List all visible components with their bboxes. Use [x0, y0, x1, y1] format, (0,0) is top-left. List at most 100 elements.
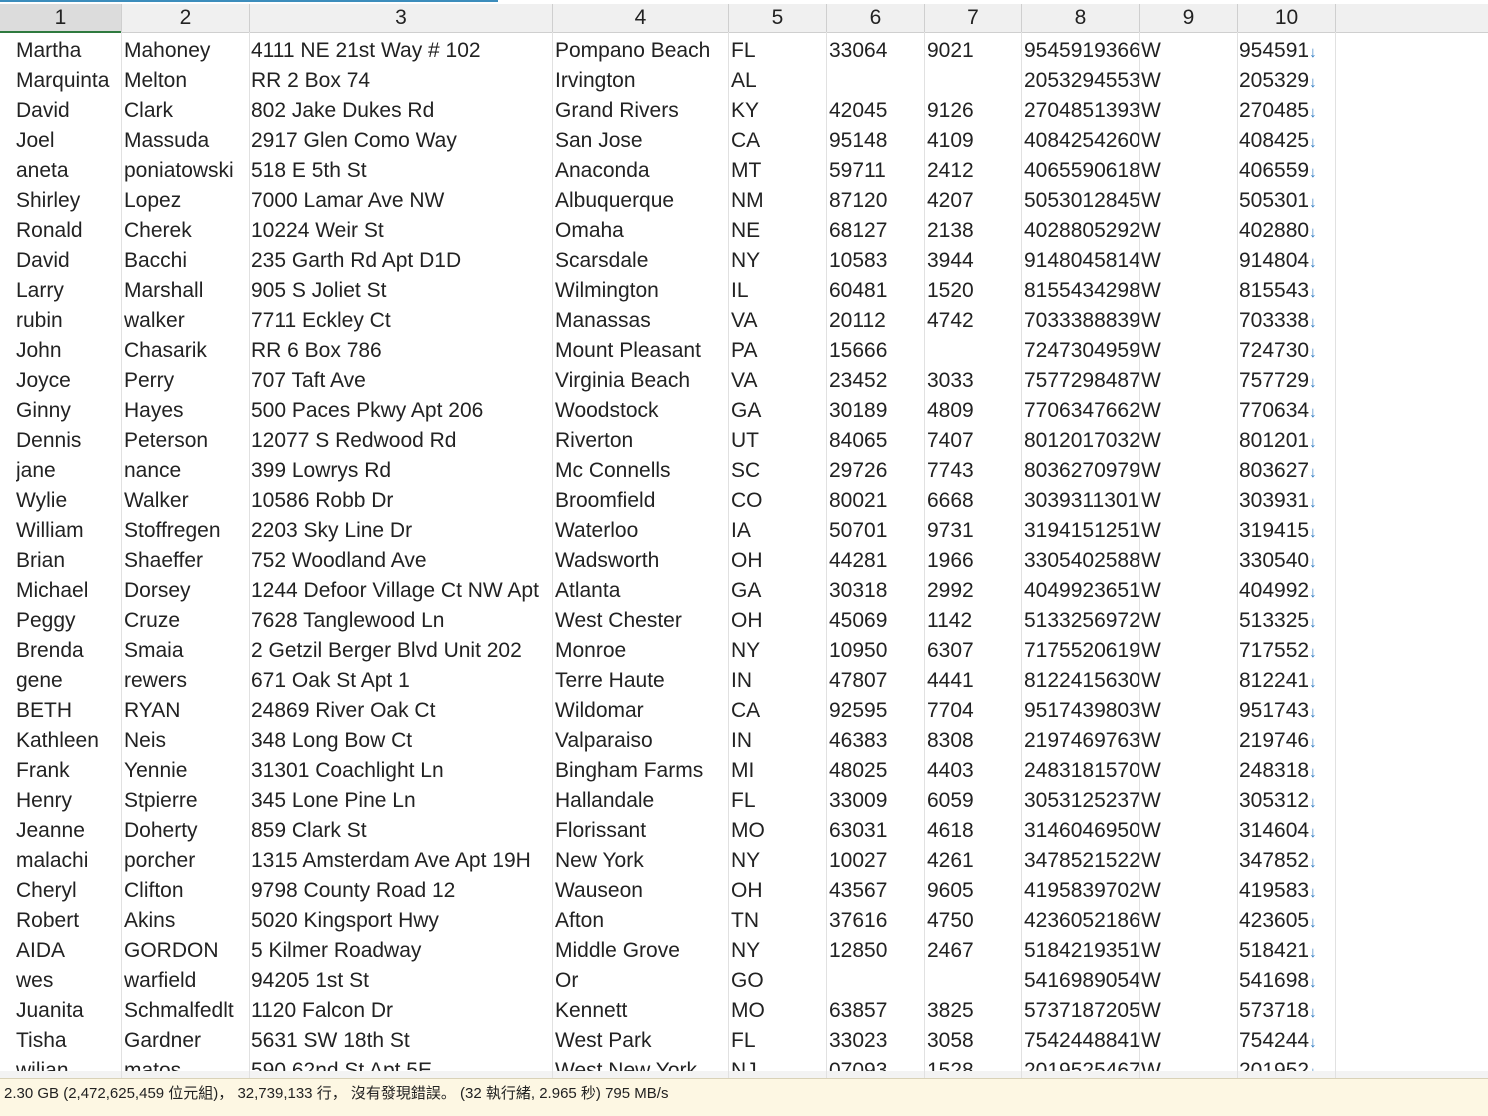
- table-cell-col-1[interactable]: Michael: [16, 576, 122, 606]
- table-cell-col-8[interactable]: 9148045814: [1024, 246, 1140, 276]
- table-cell-col-7[interactable]: 4109: [927, 126, 1022, 156]
- table-cell-col-2[interactable]: rewers: [124, 666, 250, 696]
- table-cell-col-2[interactable]: warfield: [124, 966, 250, 996]
- table-row[interactable]: Juanita Schmalfedlt 1120 Falcon Dr Kennett M…: [0, 996, 1488, 1026]
- table-cell-col-9[interactable]: W: [1141, 486, 1238, 516]
- table-cell-col-8[interactable]: 2483181570: [1024, 756, 1140, 786]
- table-row[interactable]: BETH RYAN 24869 River Oak Ct Wildomar CA 9259…: [0, 696, 1488, 726]
- table-row[interactable]: David Bacchi 235 Garth Rd Apt D1D Scarsdale…: [0, 246, 1488, 276]
- table-cell-col-4[interactable]: Omaha: [555, 216, 729, 246]
- table-cell-col-4[interactable]: Broomfield: [555, 486, 729, 516]
- table-cell-col-1[interactable]: Juanita: [16, 996, 122, 1026]
- table-cell-col-8[interactable]: 5737187205: [1024, 996, 1140, 1026]
- table-cell-col-2[interactable]: Schmalfedlt: [124, 996, 250, 1026]
- table-cell-col-6[interactable]: 63031: [829, 816, 925, 846]
- table-cell-col-1[interactable]: AIDA: [16, 936, 122, 966]
- table-cell-col-5[interactable]: NE: [731, 216, 827, 246]
- table-cell-col-4[interactable]: Wauseon: [555, 876, 729, 906]
- table-cell-col-2[interactable]: Chasarik: [124, 336, 250, 366]
- table-cell-col-4[interactable]: Riverton: [555, 426, 729, 456]
- table-cell-col-1[interactable]: BETH: [16, 696, 122, 726]
- table-cell-col-4[interactable]: Wilmington: [555, 276, 729, 306]
- table-cell-col-4[interactable]: Albuquerque: [555, 186, 729, 216]
- table-cell-col-7[interactable]: 4618: [927, 816, 1022, 846]
- table-cell-col-3[interactable]: 10586 Robb Dr: [251, 486, 553, 516]
- table-cell-col-3[interactable]: 345 Lone Pine Ln: [251, 786, 553, 816]
- table-row[interactable]: Brian Shaeffer 752 Woodland Ave Wadsworth OH…: [0, 546, 1488, 576]
- table-cell-col-9[interactable]: W: [1141, 636, 1238, 666]
- table-cell-col-10[interactable]: 347852↓: [1239, 846, 1336, 876]
- table-cell-col-1[interactable]: Joel: [16, 126, 122, 156]
- table-cell-col-6[interactable]: 44281: [829, 546, 925, 576]
- column-divider[interactable]: [1237, 32, 1238, 1078]
- table-cell-col-8[interactable]: 4084254260: [1024, 126, 1140, 156]
- table-cell-col-8[interactable]: 5053012845: [1024, 186, 1140, 216]
- table-cell-col-7[interactable]: 9731: [927, 516, 1022, 546]
- table-cell-col-2[interactable]: GORDON: [124, 936, 250, 966]
- table-cell-col-4[interactable]: Monroe: [555, 636, 729, 666]
- table-cell-col-7[interactable]: 2412: [927, 156, 1022, 186]
- table-cell-col-5[interactable]: MT: [731, 156, 827, 186]
- table-cell-col-8[interactable]: 2704851393: [1024, 96, 1140, 126]
- table-cell-col-10[interactable]: 423605↓: [1239, 906, 1336, 936]
- table-cell-col-1[interactable]: Jeanne: [16, 816, 122, 846]
- table-cell-col-9[interactable]: W: [1141, 516, 1238, 546]
- table-cell-col-10[interactable]: 205329↓: [1239, 66, 1336, 96]
- table-cell-col-2[interactable]: Perry: [124, 366, 250, 396]
- table-cell-col-7[interactable]: 3944: [927, 246, 1022, 276]
- table-cell-col-3[interactable]: 5020 Kingsport Hwy: [251, 906, 553, 936]
- table-cell-col-8[interactable]: 3146046950: [1024, 816, 1140, 846]
- table-cell-col-6[interactable]: 10950: [829, 636, 925, 666]
- table-cell-col-10[interactable]: 717552↓: [1239, 636, 1336, 666]
- column-divider[interactable]: [1335, 32, 1336, 1078]
- table-row[interactable]: Martha Mahoney 4111 NE 21st Way # 102 Pompa…: [0, 36, 1488, 66]
- table-cell-col-7[interactable]: 1142: [927, 606, 1022, 636]
- table-cell-col-6[interactable]: [829, 66, 925, 96]
- table-row[interactable]: Marquinta Melton RR 2 Box 74 Irvington AL 205…: [0, 66, 1488, 96]
- table-cell-col-5[interactable]: AL: [731, 66, 827, 96]
- table-cell-col-5[interactable]: OH: [731, 876, 827, 906]
- table-row[interactable]: Joyce Perry 707 Taft Ave Virginia Beach VA 23…: [0, 366, 1488, 396]
- table-cell-col-5[interactable]: CA: [731, 126, 827, 156]
- table-cell-col-4[interactable]: Afton: [555, 906, 729, 936]
- table-cell-col-2[interactable]: Stoffregen: [124, 516, 250, 546]
- table-row[interactable]: Brenda Smaia 2 Getzil Berger Blvd Unit 202…: [0, 636, 1488, 666]
- table-cell-col-4[interactable]: Wildomar: [555, 696, 729, 726]
- table-cell-col-2[interactable]: Marshall: [124, 276, 250, 306]
- table-cell-col-4[interactable]: West Chester: [555, 606, 729, 636]
- table-cell-col-1[interactable]: Ginny: [16, 396, 122, 426]
- table-cell-col-6[interactable]: 45069: [829, 606, 925, 636]
- table-cell-col-8[interactable]: 8012017032: [1024, 426, 1140, 456]
- table-cell-col-4[interactable]: Scarsdale: [555, 246, 729, 276]
- table-cell-col-10[interactable]: 330540↓: [1239, 546, 1336, 576]
- table-cell-col-4[interactable]: Hallandale: [555, 786, 729, 816]
- table-cell-col-10[interactable]: 954591↓: [1239, 36, 1336, 66]
- table-cell-col-3[interactable]: 752 Woodland Ave: [251, 546, 553, 576]
- table-row[interactable]: Kathleen Neis 348 Long Bow Ct Valparaiso IN 4…: [0, 726, 1488, 756]
- table-cell-col-5[interactable]: UT: [731, 426, 827, 456]
- table-cell-col-1[interactable]: malachi: [16, 846, 122, 876]
- table-cell-col-2[interactable]: Cherek: [124, 216, 250, 246]
- table-cell-col-3[interactable]: 2203 Sky Line Dr: [251, 516, 553, 546]
- table-cell-col-1[interactable]: Frank: [16, 756, 122, 786]
- table-cell-col-10[interactable]: 402880↓: [1239, 216, 1336, 246]
- table-cell-col-1[interactable]: Marquinta: [16, 66, 122, 96]
- table-cell-col-3[interactable]: 2 Getzil Berger Blvd Unit 202: [251, 636, 553, 666]
- table-cell-col-4[interactable]: Kennett: [555, 996, 729, 1026]
- table-cell-col-7[interactable]: [927, 66, 1022, 96]
- table-cell-col-6[interactable]: 84065: [829, 426, 925, 456]
- table-row[interactable]: Cheryl Clifton 9798 County Road 12 Wauseon O…: [0, 876, 1488, 906]
- table-cell-col-7[interactable]: 9021: [927, 36, 1022, 66]
- table-cell-col-8[interactable]: 3194151251: [1024, 516, 1140, 546]
- table-cell-col-1[interactable]: Robert: [16, 906, 122, 936]
- table-cell-col-3[interactable]: 348 Long Bow Ct: [251, 726, 553, 756]
- table-cell-col-7[interactable]: 1966: [927, 546, 1022, 576]
- table-cell-col-9[interactable]: W: [1141, 576, 1238, 606]
- table-cell-col-6[interactable]: 12850: [829, 936, 925, 966]
- table-cell-col-1[interactable]: Kathleen: [16, 726, 122, 756]
- table-cell-col-6[interactable]: 15666: [829, 336, 925, 366]
- table-cell-col-5[interactable]: NY: [731, 936, 827, 966]
- table-cell-col-7[interactable]: 2138: [927, 216, 1022, 246]
- column-divider[interactable]: [826, 32, 827, 1078]
- table-cell-col-6[interactable]: 87120: [829, 186, 925, 216]
